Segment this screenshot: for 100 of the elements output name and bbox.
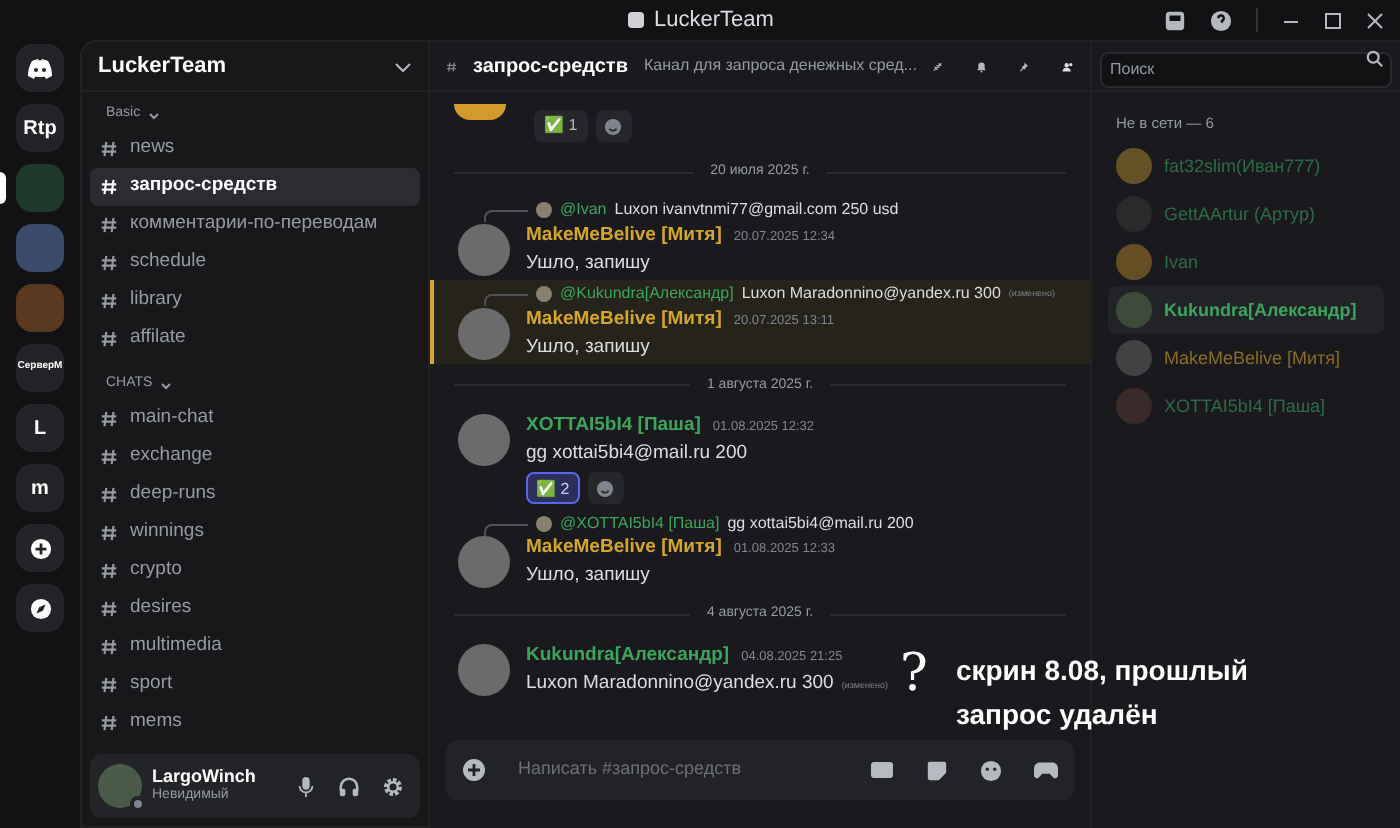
member-avatar: [1116, 340, 1152, 377]
member-name: Kukundra[Александр]: [1164, 297, 1357, 324]
server-icon[interactable]: m: [16, 464, 64, 512]
chevron-down-icon[interactable]: [148, 109, 161, 121]
compass-icon: [29, 597, 51, 619]
home-button[interactable]: [16, 44, 64, 92]
channel-name: winnings: [130, 518, 204, 547]
channel-name: запрос-средств: [130, 172, 278, 201]
avatar[interactable]: [458, 223, 510, 275]
hash-icon: [100, 178, 118, 196]
channel-item[interactable]: news: [90, 130, 420, 168]
channel-item[interactable]: multimedia: [90, 628, 420, 666]
reply-avatar: [536, 202, 552, 218]
avatar[interactable]: [458, 643, 510, 695]
channel-topic[interactable]: Канал для запроса денежных сред...: [643, 54, 917, 78]
channel-item[interactable]: запрос-средств: [90, 168, 420, 206]
channel-item[interactable]: mems: [90, 704, 420, 742]
reply-line: [484, 523, 528, 535]
gif-icon[interactable]: [870, 760, 894, 780]
search-icon[interactable]: [1366, 50, 1384, 68]
author-name[interactable]: XOTTAI5bI4 [Паша]: [526, 412, 701, 438]
help-icon[interactable]: [1210, 9, 1232, 31]
member-avatar: [1116, 148, 1152, 185]
reply-text: gg xottai5bi4@mail.ru 200: [727, 511, 914, 535]
hash-icon: [100, 524, 118, 542]
server-icon[interactable]: Rtp: [16, 104, 64, 152]
member-name: GettAArtur (Артур): [1164, 201, 1315, 228]
author-name[interactable]: Kukundra[Александр]: [526, 641, 730, 667]
reply-author[interactable]: @Kukundra[Александр]: [560, 282, 734, 306]
add-reaction-button[interactable]: [587, 472, 624, 504]
annotation-question-mark: ?: [900, 648, 928, 700]
member-name: MakeMeBelive [Митя]: [1164, 345, 1341, 372]
member-name: Ivan: [1164, 249, 1199, 275]
channel-name: news: [130, 134, 175, 163]
avatar[interactable]: [454, 104, 506, 120]
avatar[interactable]: [458, 307, 510, 359]
hash-icon: [100, 486, 118, 504]
plus-icon: [29, 537, 51, 559]
reaction-button[interactable]: ✅ 2: [526, 472, 580, 504]
headphones-icon[interactable]: [338, 775, 360, 797]
channel-item[interactable]: winnings: [90, 514, 420, 552]
microphone-icon[interactable]: [296, 775, 316, 797]
window-title: LuckerTeam: [654, 5, 774, 36]
status-icon: [130, 796, 146, 812]
member-avatar: [1116, 244, 1152, 281]
channel-item[interactable]: exchange: [90, 438, 420, 476]
channel-name: crypto: [130, 556, 182, 585]
add-attachment-icon[interactable]: [462, 758, 486, 782]
hash-icon: [100, 638, 118, 656]
chevron-down-icon[interactable]: [394, 57, 412, 75]
channel-item[interactable]: комментарии-по-переводам: [90, 206, 420, 244]
hash-icon: [100, 410, 118, 428]
reply-author[interactable]: @XOTTAI5bI4 [Паша]: [560, 511, 720, 535]
member-item[interactable]: MakeMeBelive [Митя]: [1108, 334, 1384, 383]
sticker-icon[interactable]: [926, 759, 948, 781]
chevron-down-icon[interactable]: [160, 379, 173, 391]
server-name[interactable]: LuckerTeam: [98, 49, 226, 83]
message-text: Luxon Maradonnino@yandex.ru 300: [526, 669, 834, 695]
hash-icon: [100, 292, 118, 310]
maximize-icon[interactable]: [1324, 11, 1342, 29]
channel-name: main-chat: [130, 404, 214, 433]
discover-button[interactable]: [16, 584, 64, 632]
close-icon[interactable]: [1366, 11, 1384, 29]
channel-name: exchange: [130, 442, 213, 471]
avatar[interactable]: [458, 414, 510, 466]
add-server-button[interactable]: [16, 524, 64, 572]
channel-name: desires: [130, 594, 192, 623]
user-name: LargoWinch: [152, 768, 258, 787]
message-text: Ушло, запишу: [526, 249, 650, 275]
author-name[interactable]: MakeMeBelive [Митя]: [526, 305, 722, 331]
user-avatar[interactable]: [98, 764, 142, 808]
channel-item[interactable]: library: [90, 282, 420, 320]
gamepad-icon[interactable]: [1034, 760, 1058, 780]
add-reaction-button[interactable]: [595, 110, 632, 142]
member-item[interactable]: Kukundra[Александр]: [1108, 286, 1384, 335]
reply-line: [484, 210, 528, 222]
hash-icon: [100, 140, 118, 158]
settings-icon[interactable]: [382, 775, 404, 797]
reply-line: [484, 294, 528, 306]
emoji-icon[interactable]: [980, 759, 1002, 781]
channel-item[interactable]: desires: [90, 590, 420, 628]
channel-item[interactable]: affilate: [90, 320, 420, 358]
author-name[interactable]: MakeMeBelive [Митя]: [526, 534, 722, 560]
channel-name: комментарии-по-переводам: [130, 210, 378, 239]
channel-name: mems: [130, 708, 182, 737]
channel-item[interactable]: main-chat: [90, 400, 420, 438]
member-avatar: [1116, 292, 1152, 329]
channel-item[interactable]: sport: [90, 666, 420, 704]
channel-item[interactable]: deep-runs: [90, 476, 420, 514]
search-field[interactable]: Поиск: [1100, 51, 1392, 87]
avatar[interactable]: [458, 536, 510, 588]
reply-text: Luxon Maradonnino@yandex.ru 300: [741, 282, 1001, 306]
author-name[interactable]: MakeMeBelive [Митя]: [526, 221, 722, 247]
reply-author[interactable]: @Ivan: [560, 198, 607, 222]
channel-item[interactable]: schedule: [90, 244, 420, 282]
reaction-button[interactable]: ✅ 1: [534, 110, 588, 142]
inbox-icon[interactable]: [1164, 9, 1186, 31]
channel-item[interactable]: crypto: [90, 552, 420, 590]
server-icon[interactable]: L: [16, 404, 64, 452]
channel-name: deep-runs: [130, 480, 216, 509]
